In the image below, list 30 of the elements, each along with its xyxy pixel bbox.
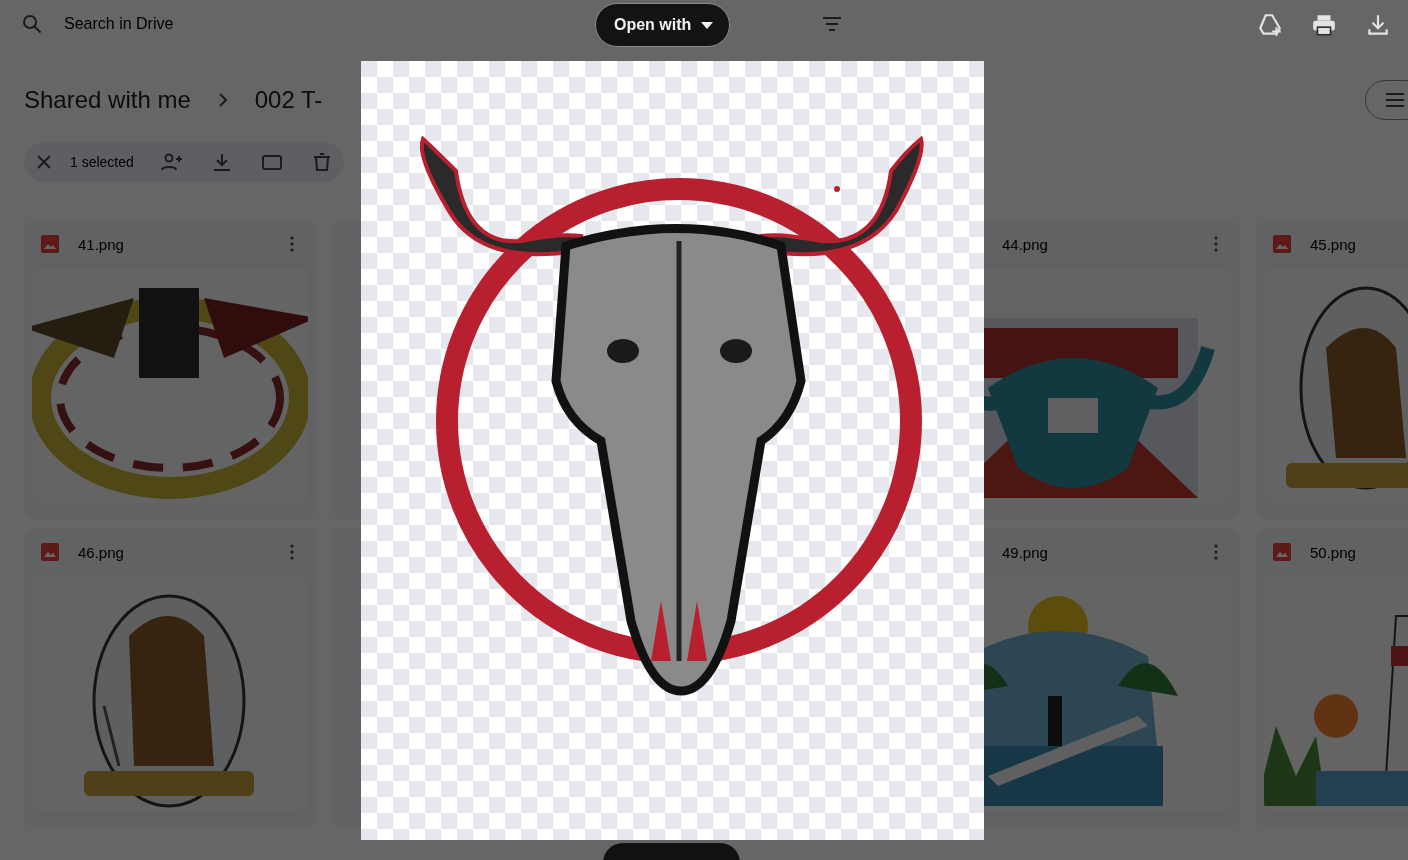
file-name: 41.png [78,235,125,253]
image-file-icon [40,234,60,254]
selection-count: 1 selected [70,154,134,170]
more-options-icon[interactable] [1214,236,1218,252]
more-options-icon[interactable] [1214,544,1218,560]
print-icon[interactable] [1311,12,1337,38]
image-file-icon [40,542,60,562]
download-icon[interactable] [1365,12,1391,38]
more-options-icon[interactable] [290,236,294,252]
file-card[interactable]: 50.png [1256,528,1408,828]
search-icon[interactable] [20,12,44,36]
file-name: 45.png [1310,235,1357,253]
file-name: 46.png [78,543,125,561]
caret-icon [701,21,714,29]
search-field[interactable]: Search in Drive [64,15,364,33]
breadcrumb-item[interactable]: Shared with me [24,86,191,114]
image-file-icon [1272,542,1292,562]
image-file-icon [1272,234,1292,254]
file-card[interactable]: 45.png [1256,220,1408,520]
more-options-icon[interactable] [290,544,294,560]
file-name: 44.png [1002,235,1049,253]
file-name: 50.png [1310,543,1357,561]
list-view-icon [1386,93,1404,107]
file-card[interactable]: 41.png [24,220,316,520]
open-with-button[interactable]: Open with [595,3,731,47]
add-to-drive-icon[interactable] [1257,12,1283,38]
chevron-right-icon [218,93,227,107]
file-card[interactable]: 46.png [24,528,316,828]
file-name: 49.png [1002,543,1049,561]
breadcrumb-item[interactable]: 002 T- [254,86,323,114]
